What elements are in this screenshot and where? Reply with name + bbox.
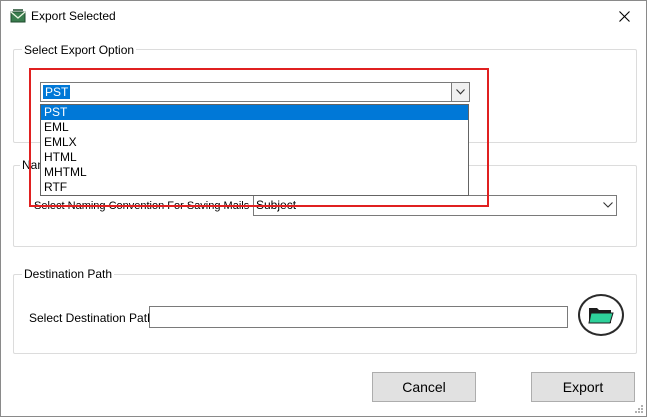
export-button[interactable]: Export (531, 372, 635, 402)
chevron-down-icon (456, 89, 465, 95)
export-format-dropdown-button[interactable] (451, 83, 469, 101)
naming-convention-label: Select Naming Convention For Saving Mail… (34, 200, 250, 212)
export-format-option[interactable]: PST (41, 105, 468, 120)
export-format-value: PST (43, 85, 71, 99)
close-button[interactable] (602, 1, 646, 32)
export-format-option[interactable]: EML (41, 120, 468, 135)
destination-path-input[interactable] (149, 306, 568, 328)
destination-path-label: Select Destination Path (29, 311, 154, 325)
cancel-button[interactable]: Cancel (372, 372, 476, 402)
export-format-option[interactable]: RTF (41, 180, 468, 195)
export-format-option[interactable]: HTML (41, 150, 468, 165)
naming-convention-value: Subject (256, 198, 297, 212)
window-title: Export Selected (31, 9, 116, 23)
export-format-option[interactable]: EMLX (41, 135, 468, 150)
export-selected-dialog: Export Selected Select Export Option PST… (0, 0, 647, 417)
export-format-dropdown-list[interactable]: PST EML EMLX HTML MHTML RTF (40, 104, 469, 196)
folder-icon (588, 308, 614, 324)
naming-convention-select[interactable]: Subject (253, 195, 617, 216)
chevron-down-icon (602, 202, 613, 208)
naming-convention-dropdown-button[interactable] (599, 196, 616, 214)
title-bar[interactable]: Export Selected (1, 1, 646, 32)
browse-folder-button[interactable] (578, 294, 624, 336)
destination-path-legend: Destination Path (22, 267, 115, 281)
export-format-option[interactable]: MHTML (41, 165, 468, 180)
export-option-legend: Select Export Option (22, 43, 137, 57)
app-icon (10, 9, 26, 23)
resize-grip-icon[interactable] (634, 404, 644, 414)
export-format-select[interactable]: PST (40, 82, 470, 102)
close-icon (618, 11, 630, 22)
